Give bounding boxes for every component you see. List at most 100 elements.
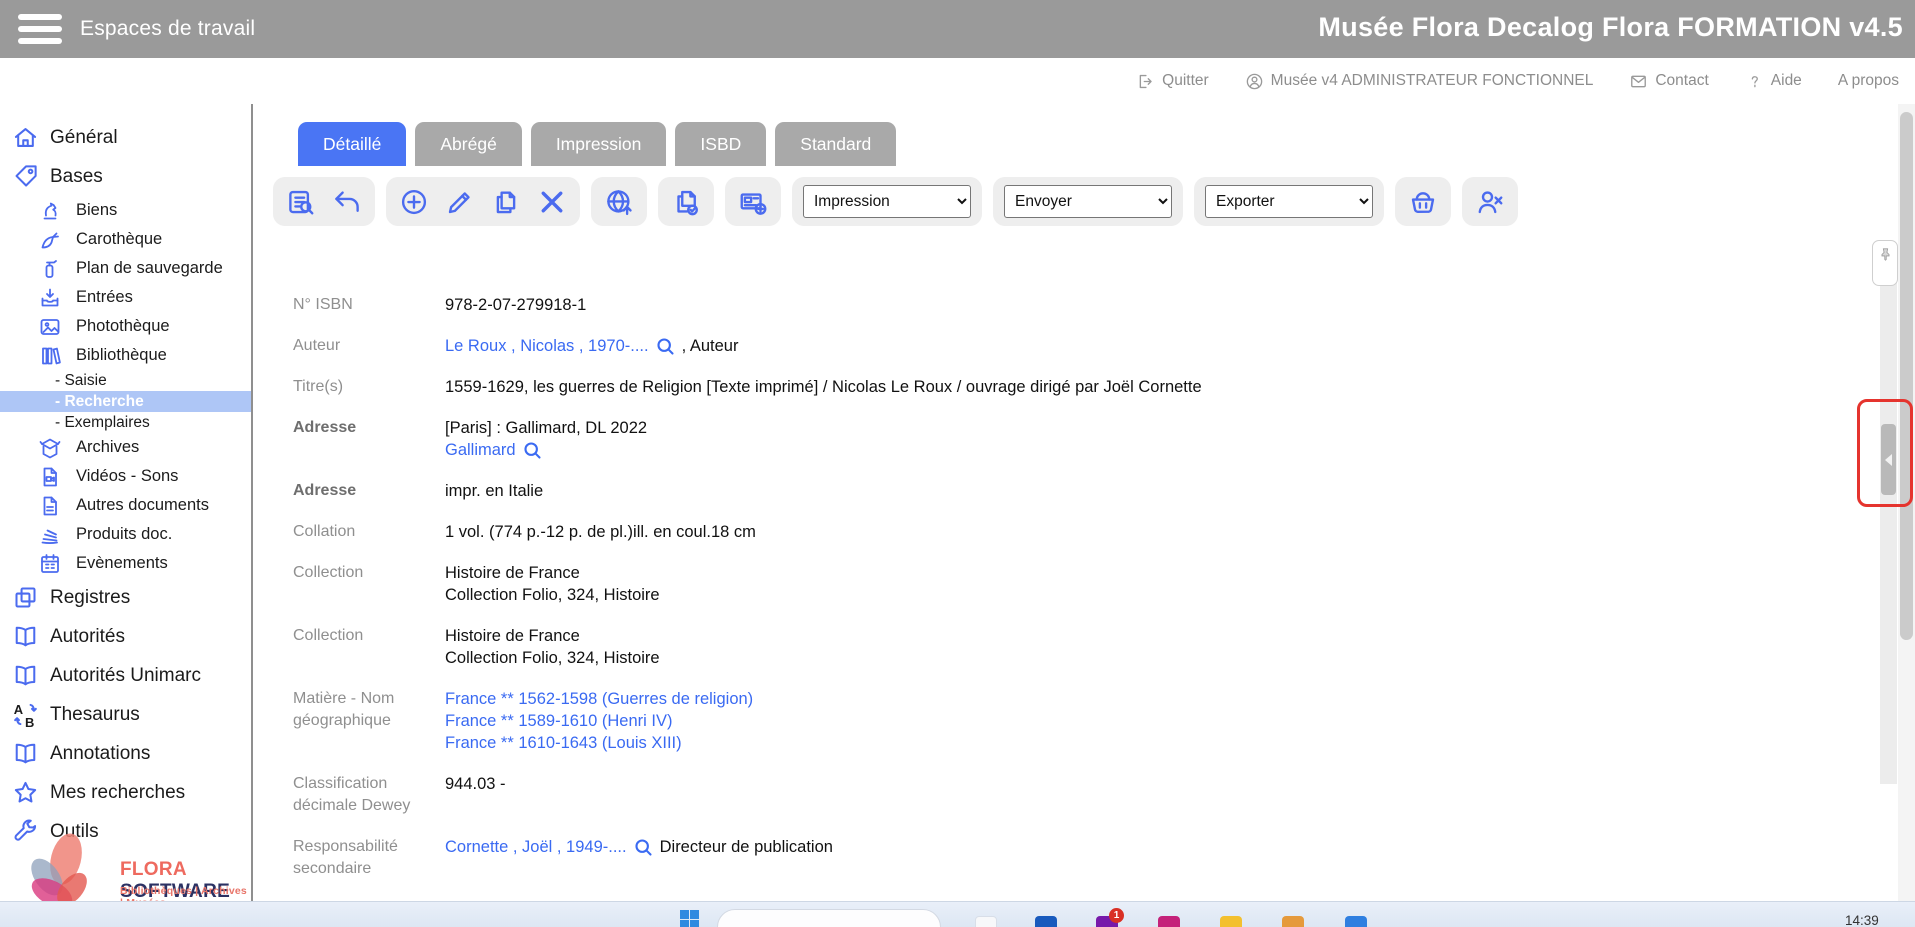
authority-link[interactable]: Cornette , Joël , 1949-.... [445,836,627,858]
field-values: 1559-1629, les guerres de Religion [Text… [445,376,1202,398]
browser-scrollbar-thumb[interactable] [1900,112,1913,640]
toolbar-button-list-search[interactable] [286,187,316,217]
inbox-icon [38,286,62,310]
annotation-red-box [1857,399,1913,507]
taskbar-app-white-icon[interactable] [975,916,997,927]
toolbar-button-delete[interactable] [537,187,567,217]
record-field: Collation 1 vol. (774 p.-12 p. de pl.)ill… [293,521,1593,543]
panel-pin-icon[interactable] [1872,240,1898,286]
sidebar-item-bases[interactable]: Bases [0,157,251,196]
toolbar-button-copy[interactable] [491,187,521,217]
toolbar-button-globe-upload[interactable] [604,187,634,217]
taskbar-app-orange-icon[interactable] [1282,916,1304,927]
field-values: 1 vol. (774 p.-12 p. de pl.)ill. en coul… [445,521,756,543]
field-value-text: Collection Folio, 324, Histoire [445,584,660,606]
sidebar-item-g-n-ral[interactable]: Général [0,118,251,157]
magnifier-icon[interactable] [633,837,654,858]
hamburger-menu-icon[interactable] [18,14,62,44]
authority-link[interactable]: France ** 1589-1610 (Henri IV) [445,710,672,732]
toolbar-button-basket[interactable] [1408,187,1438,217]
sidebar-item-biens[interactable]: Biens [0,196,251,225]
field-label: Collation [293,521,425,543]
toolbar-button-card-plus[interactable] [738,187,768,217]
account-link-aide[interactable]: Aide [1745,72,1802,91]
toolbar-button-copy-check[interactable] [671,187,701,217]
sidebar-item-mes-recherches[interactable]: Mes recherches [0,773,251,812]
sidebar-item-annotations[interactable]: Annotations [0,734,251,773]
sidebar-item-exemplaires[interactable]: - Exemplaires [0,412,251,433]
sidebar-item-vid-os-sons[interactable]: Vidéos - Sons [0,462,251,491]
tab-d-taill-[interactable]: Détaillé [298,122,406,166]
authority-link[interactable]: Gallimard [445,439,516,461]
envoyer-select[interactable]: Envoyer [1004,185,1172,218]
field-value-text: [Paris] : Gallimard, DL 2022 [445,417,647,439]
taskbar-search-input[interactable] [717,909,941,927]
taskbar-app-hexblue-icon[interactable] [1345,916,1367,927]
field-value-text: 1559-1629, les guerres de Religion [Text… [445,376,1202,398]
tab-isbd[interactable]: ISBD [675,122,766,166]
magnifier-icon[interactable] [522,440,543,461]
main-content: DétailléAbrégéImpressionISBDStandard Imp… [253,104,1915,927]
toolbar-group [725,177,781,226]
copy-icon [491,187,521,217]
globe-upload-icon [604,187,634,217]
sidebar-item-phototh-que[interactable]: Photothèque [0,312,251,341]
toolbar-button-add[interactable] [399,187,429,217]
open-book-icon [12,623,39,650]
impression-select[interactable]: Impression [803,185,971,218]
tab-impression[interactable]: Impression [531,122,667,166]
svg-text:A: A [14,702,23,717]
exporter-select[interactable]: Exporter [1205,185,1373,218]
record-field: Responsabilité secondaire Cornette , Joël… [293,836,1593,880]
tab-abr-g-[interactable]: Abrégé [415,122,521,166]
file-video-icon [38,465,62,489]
authority-link[interactable]: France ** 1562-1598 (Guerres de religion… [445,688,753,710]
exporter-select-wrapper: Exporter [1194,177,1384,226]
sidebar-item-plan-de-sauvegarde[interactable]: Plan de sauvegarde [0,254,251,283]
field-values: Le Roux , Nicolas , 1970-.... , Auteur [445,335,738,357]
field-label: Responsabilité secondaire [293,836,425,880]
account-link-contact[interactable]: Contact [1629,72,1708,91]
sidebar-item-thesaurus[interactable]: ABThesaurus [0,695,251,734]
account-link-quitter[interactable]: Quitter [1136,72,1209,91]
field-label: Matière - Nom géographique [293,688,425,754]
record-field: Matière - Nom géographique France ** 1562… [293,688,1593,754]
sidebar-item-recherche[interactable]: - Recherche [0,391,251,412]
toolbar-button-edit[interactable] [445,187,475,217]
sidebar-item-caroth-que[interactable]: Carothèque [0,225,251,254]
record-field: Titre(s)1559-1629, les guerres de Religi… [293,376,1593,398]
windows-taskbar: 1 14:39 [0,901,1915,927]
calendar-icon [38,552,62,576]
toolbar-button-undo[interactable] [332,187,362,217]
authority-link[interactable]: Le Roux , Nicolas , 1970-.... [445,335,649,357]
sidebar-item-autorit-s-unimarc[interactable]: Autorités Unimarc [0,656,251,695]
toolbar-button-person-x[interactable] [1475,187,1505,217]
magnifier-icon[interactable] [655,336,676,357]
photo-icon [38,315,62,339]
sidebar-item-entr-es[interactable]: Entrées [0,283,251,312]
sidebar-item-saisie[interactable]: - Saisie [0,370,251,391]
authority-link[interactable]: France ** 1610-1643 (Louis XIII) [445,732,682,754]
sidebar-item-ev-nements[interactable]: Evènements [0,549,251,578]
sidebar-item-biblioth-que[interactable]: Bibliothèque [0,341,251,370]
sidebar-item-registres[interactable]: Registres [0,578,251,617]
sidebar-item-autorit-s[interactable]: Autorités [0,617,251,656]
open-book-icon [12,662,39,689]
record-fields: N° ISBN978-2-07-279918-1AuteurLe Roux , … [293,294,1593,880]
sidebar-item-archives[interactable]: Archives [0,433,251,462]
field-label: Adresse [293,480,425,502]
taskbar-app-yellow-icon[interactable] [1220,916,1242,927]
taskbar-app-magenta-icon[interactable] [1158,916,1180,927]
windows-start-icon[interactable] [680,910,699,927]
side-panel-strip [1880,244,1897,784]
file-doc-icon [38,494,62,518]
account-link-mus-e-v4-administrateur-fonctionnel[interactable]: Musée v4 ADMINISTRATEUR FONCTIONNEL [1245,72,1594,91]
account-link-a-propos[interactable]: A propos [1838,72,1899,90]
sidebar-item-produits-doc[interactable]: Produits doc. [0,520,251,549]
field-value-text: , Auteur [682,335,739,357]
record-field: Classification décimale Dewey944.03 - [293,773,1593,817]
tab-standard[interactable]: Standard [775,122,896,166]
user-icon [1245,72,1264,91]
taskbar-app-blue-icon[interactable] [1035,916,1057,927]
sidebar-item-autres-documents[interactable]: Autres documents [0,491,251,520]
